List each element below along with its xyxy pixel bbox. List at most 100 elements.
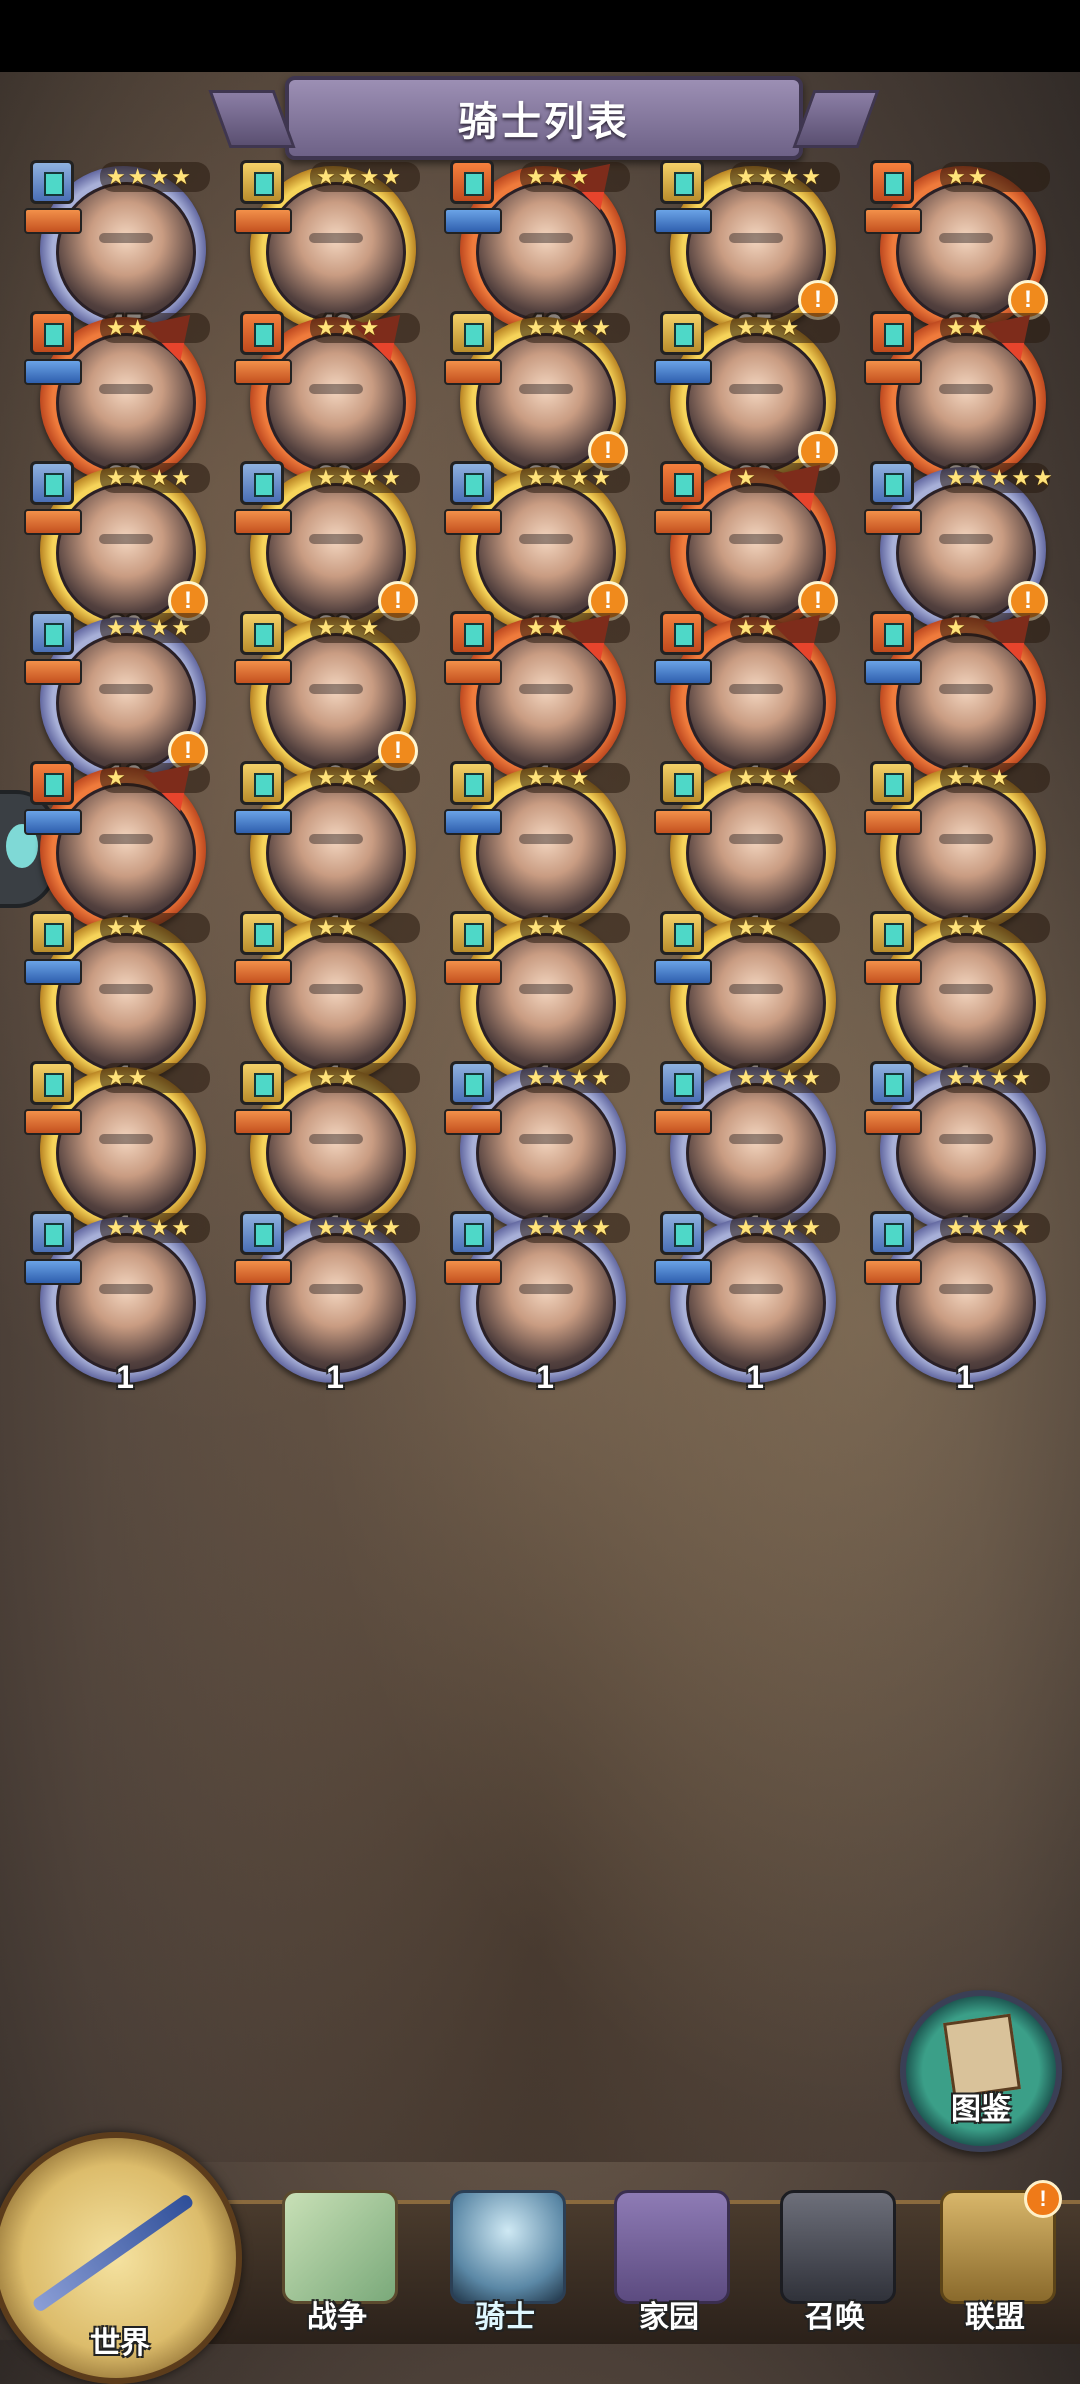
star-icon: ★ [967, 915, 988, 940]
star-icon: ★ [337, 1065, 358, 1090]
knight-card[interactable]: ★★★★ 1 [24, 1211, 210, 1401]
star-rating: ★ ★ ★ [730, 763, 840, 793]
star-icon: ★ [801, 1065, 821, 1090]
star-icon: ★ [316, 1215, 336, 1240]
knight-portrait [476, 783, 616, 923]
star-icon: ★ [757, 1215, 778, 1240]
role-icon [864, 509, 922, 535]
star-rating: ★ ★ ★ ★ [520, 313, 630, 343]
nav-item-knights[interactable]: 骑士 [430, 2190, 580, 2340]
class-icon [660, 1061, 704, 1105]
star-icon: ★ [149, 615, 170, 640]
role-icon [234, 1109, 292, 1135]
star-icon: ★ [171, 465, 191, 490]
star-icon: ★ [526, 465, 546, 490]
knight-card[interactable]: ★★★★1 [444, 1211, 630, 1401]
star-icon: ★ [591, 1065, 611, 1090]
star-icon: ★ [337, 465, 358, 490]
star-icon: ★ [591, 1215, 611, 1240]
star-icon: ★ [736, 315, 756, 340]
star-icon: ★ [127, 465, 148, 490]
star-icon: ★ [106, 1065, 126, 1090]
knight-portrait [266, 783, 406, 923]
role-icon [234, 208, 292, 234]
star-icon: ★ [547, 615, 568, 640]
knight-card[interactable]: ★★★★ 1 [234, 1211, 420, 1401]
star-icon: ★ [946, 1215, 966, 1240]
role-icon [864, 359, 922, 385]
knight-portrait [56, 1083, 196, 1223]
role-icon [864, 1109, 922, 1135]
star-icon: ★ [337, 915, 358, 940]
class-icon [870, 911, 914, 955]
nav-label-alliance: 联盟 [965, 2301, 1025, 2334]
nav-item-alliance[interactable]: ! 联盟 [920, 2180, 1070, 2340]
role-icon [654, 1259, 712, 1285]
star-icon: ★ [526, 164, 546, 189]
knight-level: 1 [956, 1359, 974, 1395]
star-icon: ★ [127, 615, 148, 640]
knight-portrait [686, 1233, 826, 1373]
star-icon: ★ [316, 615, 336, 640]
star-icon: ★ [946, 765, 966, 790]
star-icon: ★ [801, 1215, 821, 1240]
star-icon: ★ [757, 315, 778, 340]
knight-level: 1 [116, 1359, 134, 1395]
star-icon: ★ [946, 915, 966, 940]
compass-icon [31, 2192, 195, 2314]
map-icon [282, 2190, 398, 2304]
star-icon: ★ [946, 615, 966, 640]
knight-level: 1 [326, 1359, 344, 1395]
knight-portrait [266, 933, 406, 1073]
role-icon [24, 659, 82, 685]
role-icon [444, 809, 502, 835]
codex-button[interactable]: 图鉴 [900, 1990, 1062, 2152]
star-icon: ★ [569, 1215, 590, 1240]
class-icon [240, 1061, 284, 1105]
star-icon: ★ [381, 164, 401, 189]
knight-portrait [56, 933, 196, 1073]
role-icon [654, 959, 712, 985]
role-icon [234, 1259, 292, 1285]
class-icon [870, 1211, 914, 1255]
nav-item-war[interactable]: 战争 [262, 2190, 412, 2340]
class-icon [870, 761, 914, 805]
star-icon: ★ [779, 1065, 800, 1090]
nav-item-summon[interactable]: 召唤 [760, 2190, 910, 2340]
role-icon [864, 208, 922, 234]
star-icon: ★ [547, 765, 568, 790]
knight-portrait [896, 1083, 1036, 1223]
alliance-alert-badge: ! [1024, 2180, 1062, 2218]
role-icon [444, 359, 502, 385]
class-icon [870, 311, 914, 355]
star-icon: ★ [106, 915, 126, 940]
star-icon: ★ [591, 315, 611, 340]
star-icon: ★ [127, 915, 148, 940]
star-icon: ★ [526, 765, 546, 790]
knight-level: 1 [536, 1359, 554, 1395]
role-icon [24, 809, 82, 835]
role-icon [654, 208, 712, 234]
star-icon: ★ [736, 765, 756, 790]
role-icon [24, 359, 82, 385]
star-rating: ★ ★ ★ ★ [310, 1213, 420, 1243]
star-icon: ★ [569, 315, 590, 340]
star-rating: ★ [100, 763, 210, 793]
star-icon: ★ [569, 164, 590, 189]
knight-icon [450, 2190, 566, 2304]
star-rating: ★ ★ ★ ★ [100, 1213, 210, 1243]
knight-card[interactable]: ★★★★1 [864, 1211, 1050, 1401]
star-rating: ★ ★ ★ ★ [310, 463, 420, 493]
nav-item-home[interactable]: 家园 [594, 2190, 744, 2340]
class-icon [30, 160, 74, 204]
role-icon [234, 809, 292, 835]
star-icon: ★ [1011, 465, 1031, 490]
knight-portrait [686, 783, 826, 923]
star-icon: ★ [736, 1065, 756, 1090]
star-icon: ★ [171, 615, 191, 640]
star-icon: ★ [127, 164, 148, 189]
role-icon [654, 509, 712, 535]
star-icon: ★ [127, 315, 148, 340]
knight-card[interactable]: ★★★★1 [654, 1211, 840, 1401]
star-icon: ★ [316, 315, 336, 340]
